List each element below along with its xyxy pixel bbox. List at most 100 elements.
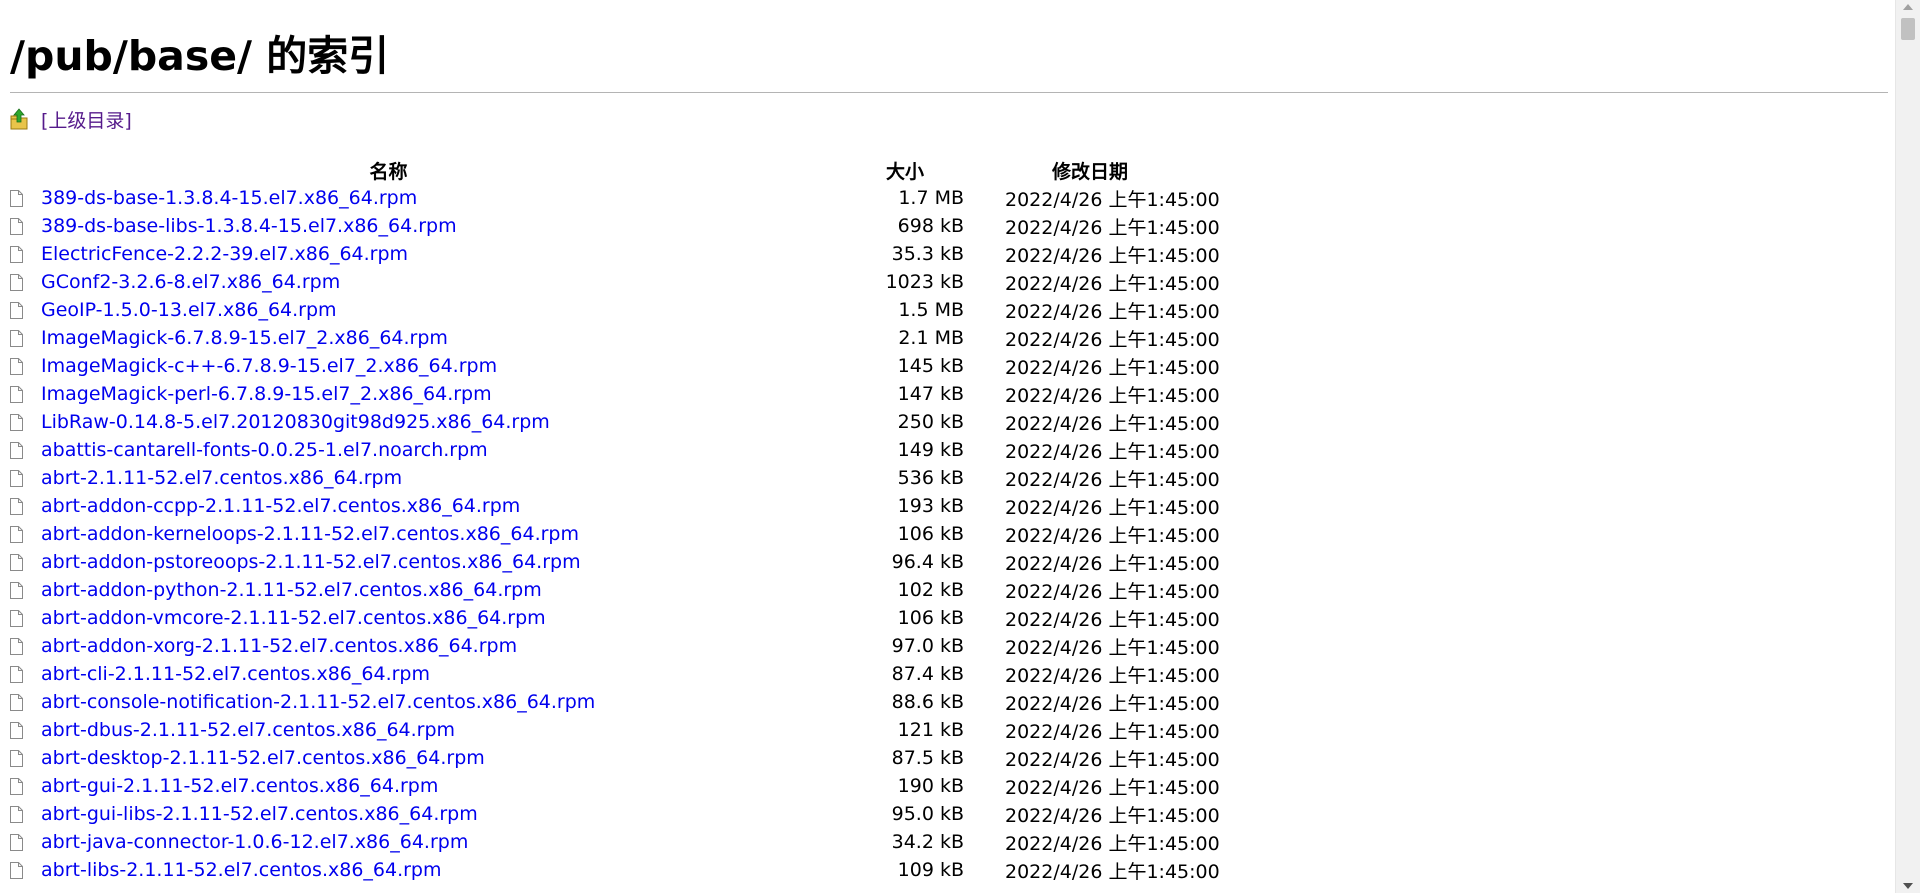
file-size: 250 kB — [897, 411, 964, 433]
file-date: 2022/4/26 上午1:45:00 — [1005, 188, 1220, 211]
file-icon-cell — [10, 772, 41, 800]
file-icon-cell — [10, 184, 41, 212]
file-date: 2022/4/26 上午1:45:00 — [1005, 552, 1220, 575]
file-name-cell: ImageMagick-perl-6.7.8.9-15.el7_2.x86_64… — [41, 380, 806, 408]
file-icon-cell — [10, 520, 41, 548]
file-date: 2022/4/26 上午1:45:00 — [1005, 300, 1220, 323]
file-link[interactable]: abrt-addon-python-2.1.11-52.el7.centos.x… — [41, 579, 542, 601]
file-link[interactable]: ImageMagick-perl-6.7.8.9-15.el7_2.x86_64… — [41, 383, 492, 405]
file-link[interactable]: 389-ds-base-1.3.8.4-15.el7.x86_64.rpm — [41, 187, 417, 209]
file-link[interactable]: abrt-addon-vmcore-2.1.11-52.el7.centos.x… — [41, 607, 546, 629]
file-name-cell: abrt-addon-xorg-2.1.11-52.el7.centos.x86… — [41, 632, 806, 660]
file-link[interactable]: abrt-2.1.11-52.el7.centos.x86_64.rpm — [41, 467, 402, 489]
file-icon-cell — [10, 604, 41, 632]
folder-up-icon[interactable] — [10, 108, 28, 130]
directory-listing: /pub/base/ 的索引 [上级目录] 名称 大小 修改日期 389-ds-… — [10, 0, 1888, 884]
file-name-cell: abrt-addon-python-2.1.11-52.el7.centos.x… — [41, 576, 806, 604]
file-link[interactable]: abrt-libs-2.1.11-52.el7.centos.x86_64.rp… — [41, 859, 442, 881]
file-link[interactable]: abrt-gui-libs-2.1.11-52.el7.centos.x86_6… — [41, 803, 478, 825]
file-name-cell: abrt-dbus-2.1.11-52.el7.centos.x86_64.rp… — [41, 716, 806, 744]
file-link[interactable]: GeoIP-1.5.0-13.el7.x86_64.rpm — [41, 299, 337, 321]
file-link[interactable]: ImageMagick-6.7.8.9-15.el7_2.x86_64.rpm — [41, 327, 448, 349]
file-link[interactable]: 389-ds-base-libs-1.3.8.4-15.el7.x86_64.r… — [41, 215, 457, 237]
file-size: 106 kB — [897, 523, 964, 545]
table-row: ImageMagick-c++-6.7.8.9-15.el7_2.x86_64.… — [10, 352, 1332, 380]
table-row: abrt-gui-libs-2.1.11-52.el7.centos.x86_6… — [10, 800, 1332, 828]
table-row: abrt-console-notification-2.1.11-52.el7.… — [10, 688, 1332, 716]
file-name-cell: abrt-2.1.11-52.el7.centos.x86_64.rpm — [41, 464, 806, 492]
table-row: abrt-gui-2.1.11-52.el7.centos.x86_64.rpm… — [10, 772, 1332, 800]
file-icon-cell — [10, 324, 41, 352]
file-icon-cell — [10, 856, 41, 884]
column-header-date[interactable]: 修改日期 — [964, 157, 1332, 184]
file-link[interactable]: abrt-dbus-2.1.11-52.el7.centos.x86_64.rp… — [41, 719, 455, 741]
table-row: LibRaw-0.14.8-5.el7.20120830git98d925.x8… — [10, 408, 1332, 436]
file-link[interactable]: abrt-java-connector-1.0.6-12.el7.x86_64.… — [41, 831, 468, 853]
scrollbar-thumb[interactable] — [1901, 18, 1915, 40]
file-link[interactable]: GConf2-3.2.6-8.el7.x86_64.rpm — [41, 271, 340, 293]
file-link[interactable]: abrt-addon-pstoreoops-2.1.11-52.el7.cent… — [41, 551, 581, 573]
file-link[interactable]: abrt-desktop-2.1.11-52.el7.centos.x86_64… — [41, 747, 485, 769]
table-row: ElectricFence-2.2.2-39.el7.x86_64.rpm 35.… — [10, 240, 1332, 268]
file-link[interactable]: ElectricFence-2.2.2-39.el7.x86_64.rpm — [41, 243, 408, 265]
page-title: /pub/base/ 的索引 — [10, 32, 390, 80]
file-size: 95.0 kB — [891, 803, 964, 825]
file-icon-cell — [10, 716, 41, 744]
file-link[interactable]: LibRaw-0.14.8-5.el7.20120830git98d925.x8… — [41, 411, 550, 433]
file-link[interactable]: abrt-gui-2.1.11-52.el7.centos.x86_64.rpm — [41, 775, 438, 797]
table-row: abrt-libs-2.1.11-52.el7.centos.x86_64.rp… — [10, 856, 1332, 884]
file-date: 2022/4/26 上午1:45:00 — [1005, 496, 1220, 519]
file-name-cell: LibRaw-0.14.8-5.el7.20120830git98d925.x8… — [41, 408, 806, 436]
file-icon-cell — [10, 800, 41, 828]
file-icon-cell — [10, 632, 41, 660]
table-row: abrt-dbus-2.1.11-52.el7.centos.x86_64.rp… — [10, 716, 1332, 744]
file-date: 2022/4/26 上午1:45:00 — [1005, 524, 1220, 547]
file-link[interactable]: ImageMagick-c++-6.7.8.9-15.el7_2.x86_64.… — [41, 355, 497, 377]
file-size: 102 kB — [897, 579, 964, 601]
scroll-down-arrow-icon[interactable] — [1903, 883, 1913, 889]
file-icon — [10, 859, 23, 881]
file-icon-cell — [10, 296, 41, 324]
file-icon-cell — [10, 240, 41, 268]
file-icon — [10, 411, 23, 433]
table-row: 389-ds-base-1.3.8.4-15.el7.x86_64.rpm 1.7… — [10, 184, 1332, 212]
parent-directory-link[interactable]: [上级目录] — [41, 106, 132, 133]
scroll-up-arrow-icon[interactable] — [1903, 4, 1913, 10]
table-row: abattis-cantarell-fonts-0.0.25-1.el7.noa… — [10, 436, 1332, 464]
file-icon — [10, 495, 23, 517]
file-icon — [10, 775, 23, 797]
file-icon — [10, 635, 23, 657]
file-icon — [10, 747, 23, 769]
file-icon — [10, 271, 23, 293]
file-link[interactable]: abrt-addon-xorg-2.1.11-52.el7.centos.x86… — [41, 635, 517, 657]
file-date: 2022/4/26 上午1:45:00 — [1005, 328, 1220, 351]
file-size: 35.3 kB — [891, 243, 964, 265]
file-date: 2022/4/26 上午1:45:00 — [1005, 804, 1220, 827]
column-header-size[interactable]: 大小 — [806, 157, 964, 184]
file-size: 87.4 kB — [891, 663, 964, 685]
parent-directory-row[interactable]: [上级目录] — [10, 105, 1888, 133]
table-row: abrt-addon-vmcore-2.1.11-52.el7.centos.x… — [10, 604, 1332, 632]
file-link[interactable]: abattis-cantarell-fonts-0.0.25-1.el7.noa… — [41, 439, 488, 461]
table-row: abrt-addon-kerneloops-2.1.11-52.el7.cent… — [10, 520, 1332, 548]
file-icon-cell — [10, 380, 41, 408]
file-name-cell: ElectricFence-2.2.2-39.el7.x86_64.rpm — [41, 240, 806, 268]
vertical-scrollbar[interactable] — [1895, 0, 1920, 893]
file-date: 2022/4/26 上午1:45:00 — [1005, 748, 1220, 771]
file-table: 名称 大小 修改日期 389-ds-base-1.3.8.4-15.el7.x8… — [10, 157, 1332, 884]
file-date: 2022/4/26 上午1:45:00 — [1005, 440, 1220, 463]
table-row: abrt-java-connector-1.0.6-12.el7.x86_64.… — [10, 828, 1332, 856]
file-size: 96.4 kB — [891, 551, 964, 573]
file-link[interactable]: abrt-cli-2.1.11-52.el7.centos.x86_64.rpm — [41, 663, 430, 685]
table-row: abrt-cli-2.1.11-52.el7.centos.x86_64.rpm… — [10, 660, 1332, 688]
file-name-cell: abrt-addon-pstoreoops-2.1.11-52.el7.cent… — [41, 548, 806, 576]
file-name-cell: 389-ds-base-libs-1.3.8.4-15.el7.x86_64.r… — [41, 212, 806, 240]
column-header-name[interactable]: 名称 — [41, 157, 806, 184]
file-link[interactable]: abrt-addon-ccpp-2.1.11-52.el7.centos.x86… — [41, 495, 520, 517]
file-name-cell: abrt-addon-kerneloops-2.1.11-52.el7.cent… — [41, 520, 806, 548]
file-link[interactable]: abrt-addon-kerneloops-2.1.11-52.el7.cent… — [41, 523, 579, 545]
table-row: 389-ds-base-libs-1.3.8.4-15.el7.x86_64.r… — [10, 212, 1332, 240]
file-icon-cell — [10, 268, 41, 296]
table-header: 名称 大小 修改日期 — [10, 157, 1332, 184]
file-link[interactable]: abrt-console-notification-2.1.11-52.el7.… — [41, 691, 595, 713]
